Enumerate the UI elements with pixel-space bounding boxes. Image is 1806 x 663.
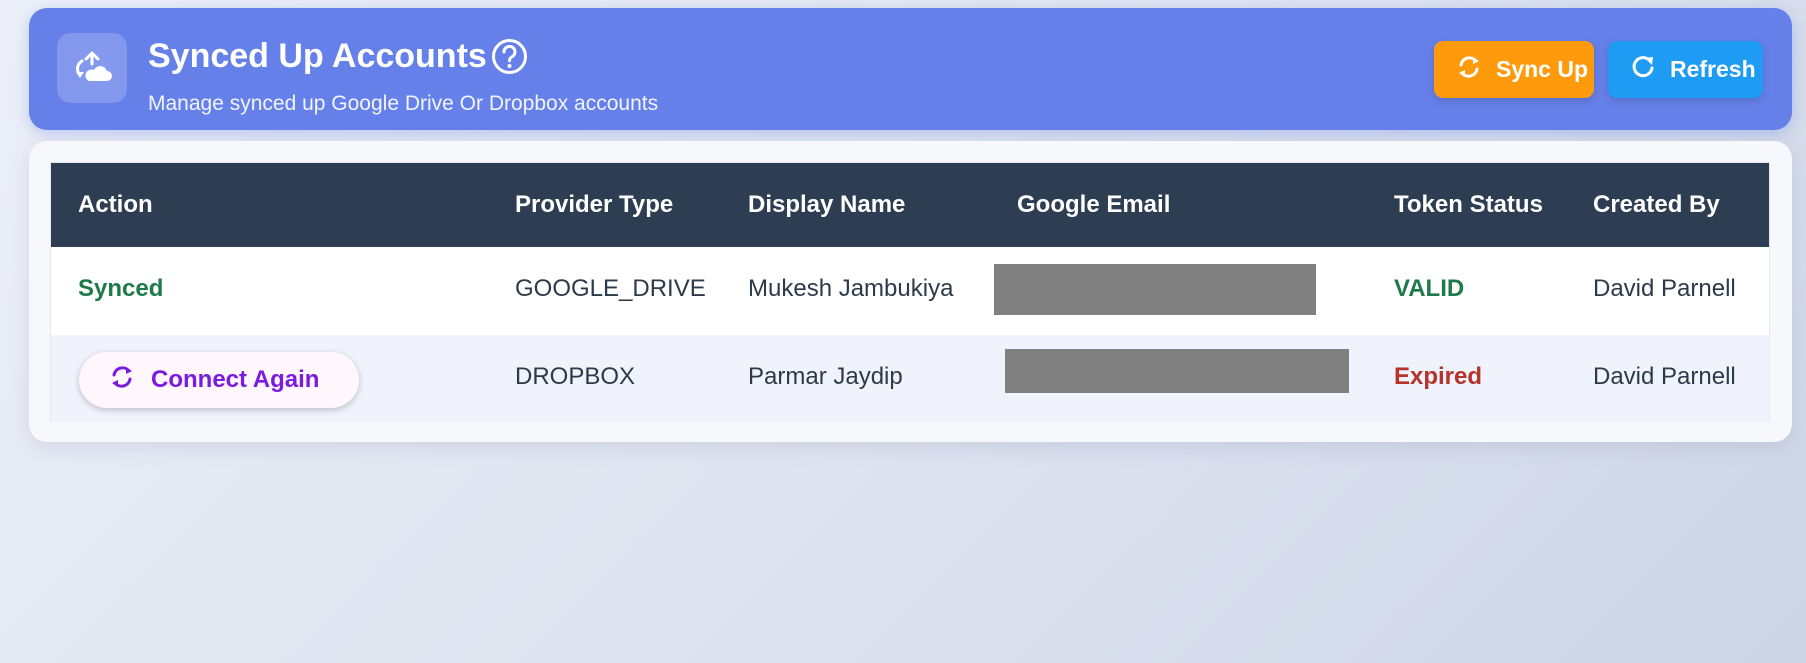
sync-up-label: Sync Up: [1496, 56, 1589, 82]
table-row: Synced GOOGLE_DRIVE Mukesh Jambukiya VAL…: [51, 247, 1769, 335]
refresh-label: Refresh: [1670, 56, 1756, 82]
connect-again-button[interactable]: Connect Again: [79, 352, 359, 408]
accounts-table: Action Provider Type Display Name Google…: [50, 162, 1770, 422]
column-header-provider-type[interactable]: Provider Type: [515, 191, 673, 219]
token-status-valid: VALID: [1394, 275, 1465, 302]
provider-type-cell: DROPBOX: [515, 363, 636, 390]
column-header-display-name[interactable]: Display Name: [748, 191, 905, 219]
sync-icon: [109, 364, 135, 397]
created-by-cell: David Parnell: [1593, 363, 1736, 390]
synced-status: Synced: [78, 275, 164, 302]
page-header: Synced Up Accounts Manage synced up Goog…: [29, 8, 1792, 130]
table-header: Action Provider Type Display Name Google…: [51, 163, 1769, 247]
page-title: Synced Up Accounts: [148, 37, 487, 75]
provider-type-cell: GOOGLE_DRIVE: [515, 275, 706, 302]
table-row: Connect Again DROPBOX Parmar Jaydip Expi…: [51, 335, 1769, 422]
sync-icon: [1456, 54, 1482, 86]
help-circle-icon[interactable]: [491, 38, 528, 75]
column-header-token-status[interactable]: Token Status: [1394, 191, 1543, 219]
display-name-cell: Parmar Jaydip: [748, 363, 903, 390]
redacted-email: [994, 264, 1316, 315]
refresh-icon: [1630, 54, 1656, 86]
created-by-cell: David Parnell: [1593, 275, 1736, 302]
accounts-card: Action Provider Type Display Name Google…: [29, 141, 1792, 442]
cloud-sync-icon: [57, 33, 127, 103]
connect-again-label: Connect Again: [151, 366, 320, 393]
page-subtitle: Manage synced up Google Drive Or Dropbox…: [148, 92, 659, 115]
sync-up-button[interactable]: Sync Up: [1434, 41, 1594, 98]
token-status-expired: Expired: [1394, 363, 1483, 390]
column-header-created-by[interactable]: Created By: [1593, 191, 1720, 219]
display-name-cell: Mukesh Jambukiya: [748, 275, 954, 302]
redacted-email: [1005, 349, 1349, 393]
refresh-button[interactable]: Refresh: [1608, 41, 1763, 98]
column-header-google-email[interactable]: Google Email: [1017, 191, 1170, 219]
column-header-action[interactable]: Action: [78, 191, 153, 219]
